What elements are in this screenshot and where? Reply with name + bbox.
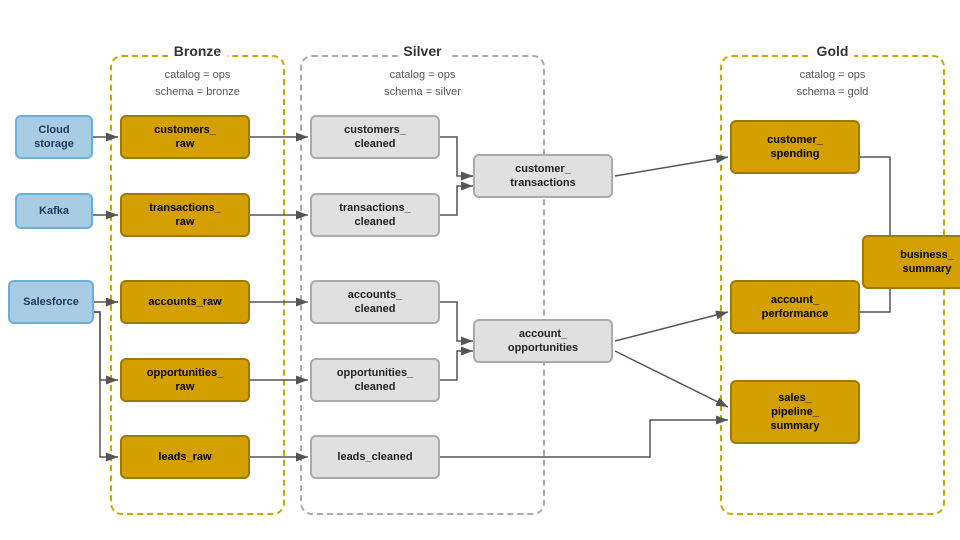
gold-sublabel: catalog = opsschema = gold [797, 67, 869, 100]
transactions-cleaned-node: transactions_cleaned [310, 193, 440, 237]
business-summary-node: business_summary [862, 235, 960, 289]
leads-cleaned-node: leads_cleaned [310, 435, 440, 479]
transactions-raw-node: transactions_raw [120, 193, 250, 237]
salesforce-node: Salesforce [8, 280, 94, 324]
silver-label: Silver [397, 43, 447, 59]
account-performance-node: account_performance [730, 280, 860, 334]
diagram: Bronze catalog = opsschema = bronze Silv… [0, 0, 960, 540]
accounts-raw-node: accounts_raw [120, 280, 250, 324]
sales-pipeline-summary-node: sales_pipeline_summary [730, 380, 860, 444]
accounts-cleaned-node: accounts_cleaned [310, 280, 440, 324]
gold-label: Gold [811, 43, 855, 59]
leads-raw-node: leads_raw [120, 435, 250, 479]
account-opportunities-node: account_opportunities [473, 319, 613, 363]
bronze-sublabel: catalog = opsschema = bronze [155, 67, 240, 100]
customer-spending-node: customer_spending [730, 120, 860, 174]
customer-transactions-node: customer_transactions [473, 154, 613, 198]
silver-sublabel: catalog = opsschema = silver [384, 67, 461, 100]
opportunities-cleaned-node: opportunities_cleaned [310, 358, 440, 402]
kafka-node: Kafka [15, 193, 93, 229]
opportunities-raw-node: opportunities_raw [120, 358, 250, 402]
bronze-label: Bronze [168, 43, 227, 59]
cloud-storage-node: Cloudstorage [15, 115, 93, 159]
customers-raw-node: customers_raw [120, 115, 250, 159]
customers-cleaned-node: customers_cleaned [310, 115, 440, 159]
